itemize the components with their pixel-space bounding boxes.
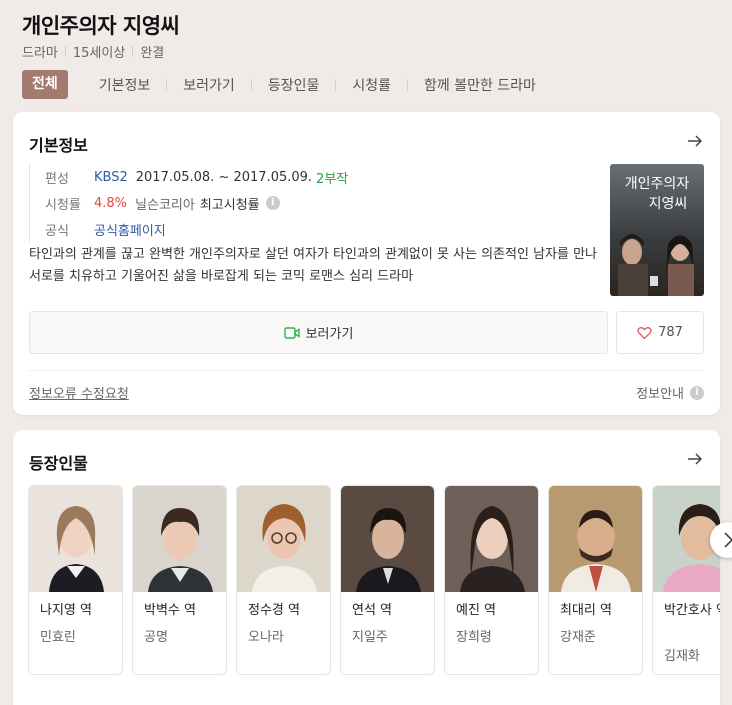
tab-divider [166, 78, 168, 91]
cast-actor: 장희령 [456, 630, 492, 645]
cast-role: 박벽수 역 [144, 603, 196, 618]
cast-member[interactable]: 연석 역 지일주 [340, 485, 435, 675]
meta-divider [132, 46, 134, 57]
cast-member[interactable]: 최대리 역 강재준 [548, 485, 643, 675]
info-icon: i [690, 385, 704, 400]
actor-photo [341, 486, 434, 592]
arrow-right-icon[interactable] [686, 450, 704, 468]
channel-link[interactable]: KBS2 [94, 170, 128, 185]
official-row: 공식 공식홈페이지 [45, 216, 599, 242]
rating-value: 4.8% [94, 195, 128, 211]
tab-divider [335, 78, 337, 91]
cast-list: 나지영 역 민효린 박벽수 역 공명 정수경 역 오나라 연석 역 지일주 예진… [28, 485, 720, 705]
episode-count: 2부작 [316, 171, 349, 187]
tab-ratings[interactable]: 시청률 [352, 75, 391, 95]
meta-divider [64, 46, 66, 57]
tab-divider [82, 79, 83, 91]
cast-role: 정수경 역 [248, 603, 300, 618]
tab-divider [407, 78, 408, 91]
heart-icon [637, 326, 652, 339]
cast-member[interactable]: 박간호사 역 김재화 [652, 485, 720, 675]
cast-card: 등장인물 나지영 역 민효린 박벽수 역 공명 정수경 역 오나라 연석 역 지… [13, 430, 732, 705]
poster-title-line1: 개인주의자 [625, 176, 690, 192]
tab-bar: 전체 기본정보 보러가기 등장인물 시청률 함께 볼만한 드라마 [22, 70, 536, 99]
actor-photo [549, 486, 642, 592]
drama-description: 타인과의 관계를 끊고 완벽한 개인주의자로 살던 여자가 타인과의 관계없이 … [29, 247, 598, 284]
cast-role: 예진 역 [456, 603, 497, 618]
drama-poster[interactable]: 개인주의자 지영씨 [610, 164, 704, 296]
cast-role: 최대리 역 [560, 603, 612, 618]
tab-similar-dramas[interactable]: 함께 볼만한 드라마 [424, 75, 536, 95]
watch-label: 보러가기 [305, 327, 354, 342]
basic-info-title[interactable]: 기본정보 [29, 132, 88, 156]
cast-next-button[interactable] [710, 522, 732, 558]
like-count: 787 [658, 325, 683, 340]
rating-label: 시청률 [45, 197, 81, 213]
actor-photo [133, 486, 226, 592]
cast-actor: 민효린 [40, 630, 76, 645]
broadcast-label: 편성 [45, 171, 69, 187]
rating-source: 닐슨코리아 [135, 197, 195, 213]
chevron-right-icon [724, 532, 732, 548]
cast-title[interactable]: 등장인물 [29, 450, 88, 474]
info-icon[interactable]: i [265, 196, 280, 210]
tab-all[interactable]: 전체 [22, 70, 68, 99]
info-guide[interactable]: 정보안내 i [636, 383, 704, 402]
actor-photo [445, 486, 538, 592]
like-button[interactable]: 787 [616, 311, 704, 354]
cast-actor: 오나라 [248, 630, 284, 645]
card-divider [29, 370, 704, 371]
report-error-link[interactable]: 정보오류 수정요청 [29, 383, 129, 402]
tab-basic-info[interactable]: 기본정보 [99, 75, 151, 95]
air-dates: 2017.05.08. ~ 2017.05.09. [135, 169, 313, 185]
rating-note: 최고시청률 [199, 197, 260, 213]
watch-button[interactable]: 보러가기 [29, 311, 608, 354]
arrow-right-icon[interactable] [686, 132, 704, 150]
cast-member[interactable]: 박벽수 역 공명 [132, 485, 227, 675]
broadcast-row: 편성 KBS2 2017.05.08. ~ 2017.05.09. 2부작 [45, 164, 599, 190]
cast-actor: 공명 [144, 630, 168, 645]
actor-photo [29, 486, 122, 592]
rating-row: 시청률 4.8% 닐슨코리아 최고시청률 i [45, 190, 599, 216]
drama-title: 개인주의자 지영씨 [22, 14, 180, 38]
drama-meta: 드라마 15세이상 완결 [22, 42, 164, 61]
tab-watch[interactable]: 보러가기 [183, 75, 235, 95]
poster-title-line2: 지영씨 [649, 196, 688, 212]
video-icon [283, 326, 300, 339]
info-guide-label: 정보안내 [636, 387, 684, 402]
tab-cast[interactable]: 등장인물 [268, 75, 320, 95]
cast-member[interactable]: 예진 역 장희령 [444, 485, 539, 675]
actor-photo [237, 486, 330, 592]
official-label: 공식 [45, 223, 69, 239]
official-site-link[interactable]: 공식홈페이지 [94, 220, 166, 239]
cast-actor: 김재화 [664, 649, 700, 664]
basic-info-card: 기본정보 편성 KBS2 2017.05.08. ~ 2017.05.09. 2… [13, 112, 720, 415]
cast-role: 나지영 역 [40, 603, 92, 618]
cast-role: 박간호사 역 [664, 603, 720, 618]
meta-genre: 드라마 [22, 46, 58, 61]
meta-status: 완결 [140, 46, 165, 61]
tab-divider [250, 78, 252, 91]
cast-actor: 강재준 [560, 630, 596, 645]
meta-age-rating: 15세이상 [72, 46, 126, 61]
cast-actor: 지일주 [352, 630, 388, 645]
cast-role: 연석 역 [352, 603, 393, 618]
cast-member[interactable]: 나지영 역 민효린 [28, 485, 123, 675]
info-list: 편성 KBS2 2017.05.08. ~ 2017.05.09. 2부작 시청… [29, 164, 599, 242]
cast-member[interactable]: 정수경 역 오나라 [236, 485, 331, 675]
